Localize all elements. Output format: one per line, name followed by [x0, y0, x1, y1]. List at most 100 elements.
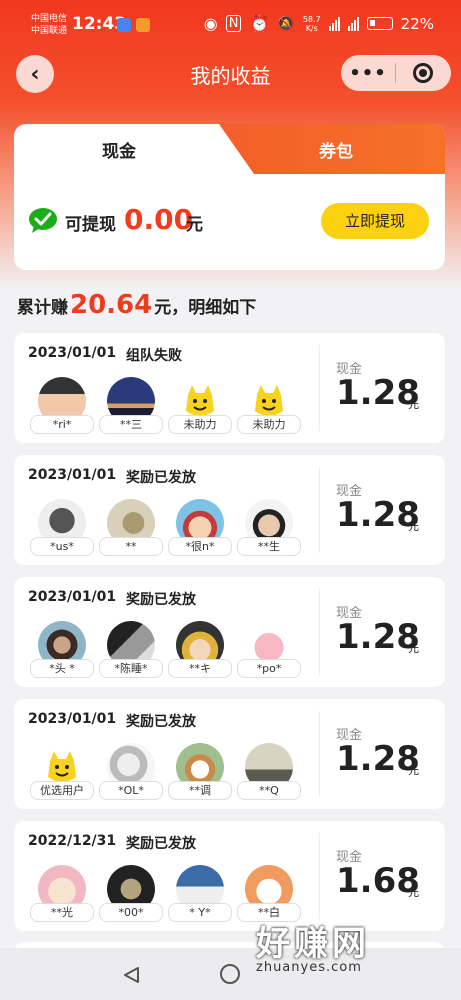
record-status: 奖励已发放	[126, 470, 196, 486]
record-date: 2023/01/01	[28, 589, 117, 605]
more-button[interactable]: •••	[341, 63, 395, 84]
helper-name: **Q	[237, 781, 301, 800]
record-card[interactable]: 2023/01/01 奖励已发放 *us* ** *很n* **生 现金 1.2…	[14, 455, 445, 565]
battery-percent: 22%	[400, 14, 434, 33]
alarm-icon: ⏰	[249, 14, 270, 33]
helper: *ri*	[30, 377, 94, 445]
helper-name: *头 *	[30, 659, 94, 678]
withdraw-label: 可提现	[65, 215, 116, 235]
helper-name: *us*	[30, 537, 94, 556]
helper-name: *OL*	[99, 781, 163, 800]
earnings-summary: 累计赚 20.64 元，明细如下	[17, 290, 256, 320]
record-date: 2023/01/01	[28, 711, 117, 727]
helper: **调	[168, 743, 232, 811]
withdraw-unit: 元	[186, 215, 203, 235]
helper: *很n*	[168, 499, 232, 567]
record-card[interactable]: 2023/01/01 组队失败 *ri* **三 未助力 未助力 现金 1.28…	[14, 333, 445, 443]
helper-name: 未助力	[237, 415, 301, 434]
carrier-labels: 中国电信 中国联通	[31, 13, 67, 37]
card-divider	[319, 711, 320, 797]
tab-coupon-label: 券包	[319, 142, 353, 162]
signal-icon	[347, 16, 359, 31]
close-target-icon	[413, 63, 433, 83]
nav-home-icon[interactable]	[220, 964, 240, 984]
card-divider	[319, 589, 320, 675]
card-divider	[319, 345, 320, 431]
carrier-1: 中国电信	[31, 14, 68, 24]
nav-back-icon[interactable]	[122, 966, 140, 984]
mini-program-capsule: •••	[341, 55, 451, 91]
record-unit: 元	[408, 520, 419, 533]
helper-name: * Y*	[168, 903, 232, 922]
mute-icon: 🔕	[277, 15, 295, 32]
helper-name: *很n*	[168, 537, 232, 556]
record-status: 组队失败	[126, 348, 182, 364]
record-unit: 元	[408, 642, 419, 655]
helper: *OL*	[99, 743, 163, 811]
record-card[interactable]: 2023/01/01 奖励已发放 优选用户 *OL* **调 **Q 现金 1.…	[14, 699, 445, 809]
withdraw-button[interactable]: 立即提现	[321, 203, 429, 239]
helper: **三	[99, 377, 163, 445]
helper-name: *po*	[237, 659, 301, 678]
nfc-icon: N	[225, 15, 242, 32]
helper-name: **调	[168, 781, 232, 800]
helper: 未助力	[168, 377, 232, 445]
card-divider	[319, 833, 320, 919]
tab-cash-label: 现金	[102, 142, 136, 162]
summary-amount: 20.64	[70, 290, 153, 320]
record-date: 2022/12/31	[28, 833, 117, 849]
helper: **生	[237, 499, 301, 567]
helper-name: 优选用户	[30, 781, 94, 800]
helper-name: **キ	[168, 659, 232, 678]
speed-value: 58.7	[302, 14, 321, 24]
card-divider	[319, 467, 320, 553]
helper-name: **生	[237, 537, 301, 556]
withdraw-amount: 0.00	[124, 203, 194, 236]
helper-name: *陈睡*	[99, 659, 163, 678]
helper-name: **三	[99, 415, 163, 434]
battery-icon	[366, 17, 393, 30]
watermark: 好赚网 zhuanyes.com	[256, 916, 370, 975]
record-status: 奖励已发放	[126, 714, 196, 730]
wechat-pay-icon	[29, 208, 57, 233]
wallet-card: 券包 现金 可提现 0.00 元 立即提现	[14, 124, 445, 270]
watermark-logo: 好赚网	[256, 924, 370, 964]
record-card[interactable]: 2022/12/31 奖励已发放 **光 *00* * Y* **白 现金 1.…	[14, 821, 445, 931]
app-notification-icon	[136, 18, 150, 32]
helper: *po*	[237, 621, 301, 689]
helper: **キ	[168, 621, 232, 689]
signal-icon	[328, 16, 340, 31]
record-status: 奖励已发放	[126, 836, 196, 852]
close-button[interactable]	[396, 63, 450, 83]
helper: 未助力	[237, 377, 301, 445]
record-unit: 元	[408, 398, 419, 411]
app-notification-icon	[117, 18, 131, 32]
helper-name: *00*	[99, 903, 163, 922]
record-card[interactable]: 2023/01/01 奖励已发放 *头 * *陈睡* **キ *po* 现金 1…	[14, 577, 445, 687]
status-icons: ◉ N ⏰ 🔕 58.7 K/s 22%	[204, 14, 434, 33]
helper-name: 未助力	[168, 415, 232, 434]
helper: * Y*	[168, 865, 232, 933]
summary-prefix: 累计赚	[17, 298, 68, 318]
helper-name: **光	[30, 903, 94, 922]
record-date: 2023/01/01	[28, 345, 117, 361]
record-status: 奖励已发放	[126, 592, 196, 608]
helper-name: *ri*	[30, 415, 94, 434]
speed-unit: K/s	[305, 23, 318, 33]
watermark-url: zhuanyes.com	[256, 960, 362, 975]
helper: *00*	[99, 865, 163, 933]
record-unit: 元	[408, 886, 419, 899]
tab-cash[interactable]: 现金	[14, 124, 254, 174]
eye-icon: ◉	[203, 14, 218, 33]
helper: *us*	[30, 499, 94, 567]
helper: **光	[30, 865, 94, 933]
helper: *头 *	[30, 621, 94, 689]
helper: **Q	[237, 743, 301, 811]
network-speed: 58.7 K/s	[303, 15, 321, 33]
carrier-2: 中国联通	[31, 26, 68, 36]
record-unit: 元	[408, 764, 419, 777]
helper: **	[99, 499, 163, 567]
helper-name: **	[99, 537, 163, 556]
summary-suffix: 元，明细如下	[154, 298, 257, 318]
withdraw-panel: 可提现 0.00 元 立即提现	[14, 174, 445, 270]
